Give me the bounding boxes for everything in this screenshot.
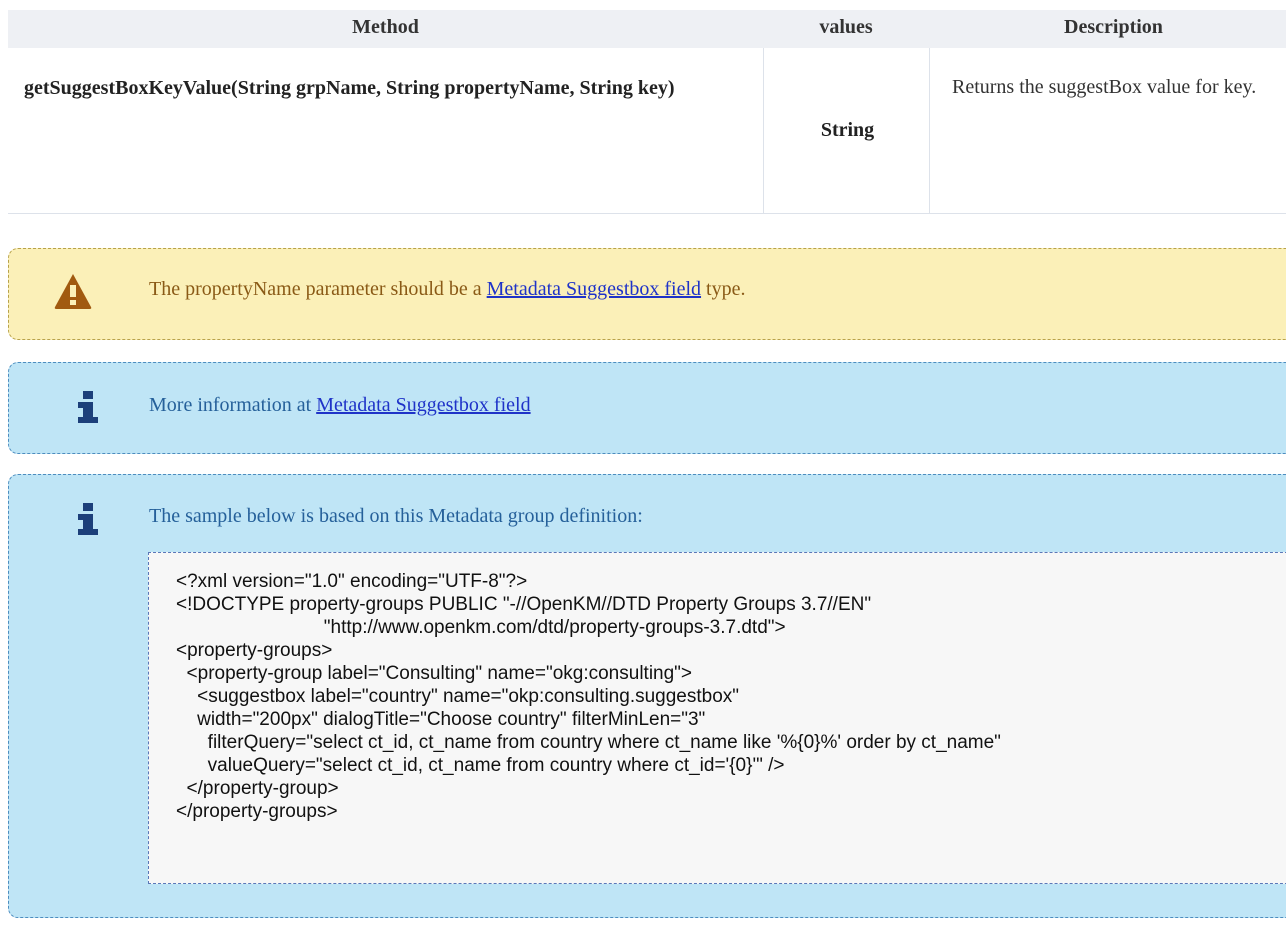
header-method: Method — [352, 16, 419, 38]
documentation-page: Method values Description getSuggestBoxK… — [0, 0, 1286, 952]
info-icon — [78, 391, 98, 423]
info-more-message: More information at Metadata Suggestbox … — [149, 391, 531, 419]
method-cell: getSuggestBoxKeyValue(String grpName, St… — [8, 48, 763, 213]
metadata-suggestbox-link[interactable]: Metadata Suggestbox field — [487, 278, 701, 300]
info-more-text: More information at — [149, 394, 317, 416]
warning-callout: The propertyName parameter should be a M… — [8, 248, 1286, 340]
values-cell: String — [763, 48, 930, 213]
info-callout-more: More information at Metadata Suggestbox … — [8, 362, 1286, 454]
info-sample-message: The sample below is based on this Metada… — [149, 505, 643, 527]
warning-text: The propertyName parameter should be a — [149, 278, 487, 300]
info-icon — [78, 503, 98, 535]
header-values: values — [819, 16, 873, 38]
info-callout-sample: The sample below is based on this Metada… — [8, 474, 1286, 918]
header-description: Description — [1064, 16, 1163, 38]
return-type: String — [820, 119, 875, 141]
table-row: getSuggestBoxKeyValue(String grpName, St… — [8, 48, 1286, 214]
table-header: Method values Description — [8, 10, 1286, 48]
warning-text-end: type. — [701, 278, 746, 300]
code-block: <?xml version="1.0" encoding="UTF-8"?> <… — [148, 552, 1286, 884]
description-cell: Returns the suggestBox value for key. — [930, 48, 1286, 213]
method-description: Returns the suggestBox value for key. — [952, 76, 1257, 98]
metadata-suggestbox-info-link[interactable]: Metadata Suggestbox field — [316, 394, 530, 416]
warning-message: The propertyName parameter should be a M… — [149, 275, 745, 303]
method-signature: getSuggestBoxKeyValue(String grpName, St… — [24, 77, 675, 99]
xml-code: <?xml version="1.0" encoding="UTF-8"?> <… — [176, 571, 1001, 822]
warning-icon — [54, 274, 92, 309]
